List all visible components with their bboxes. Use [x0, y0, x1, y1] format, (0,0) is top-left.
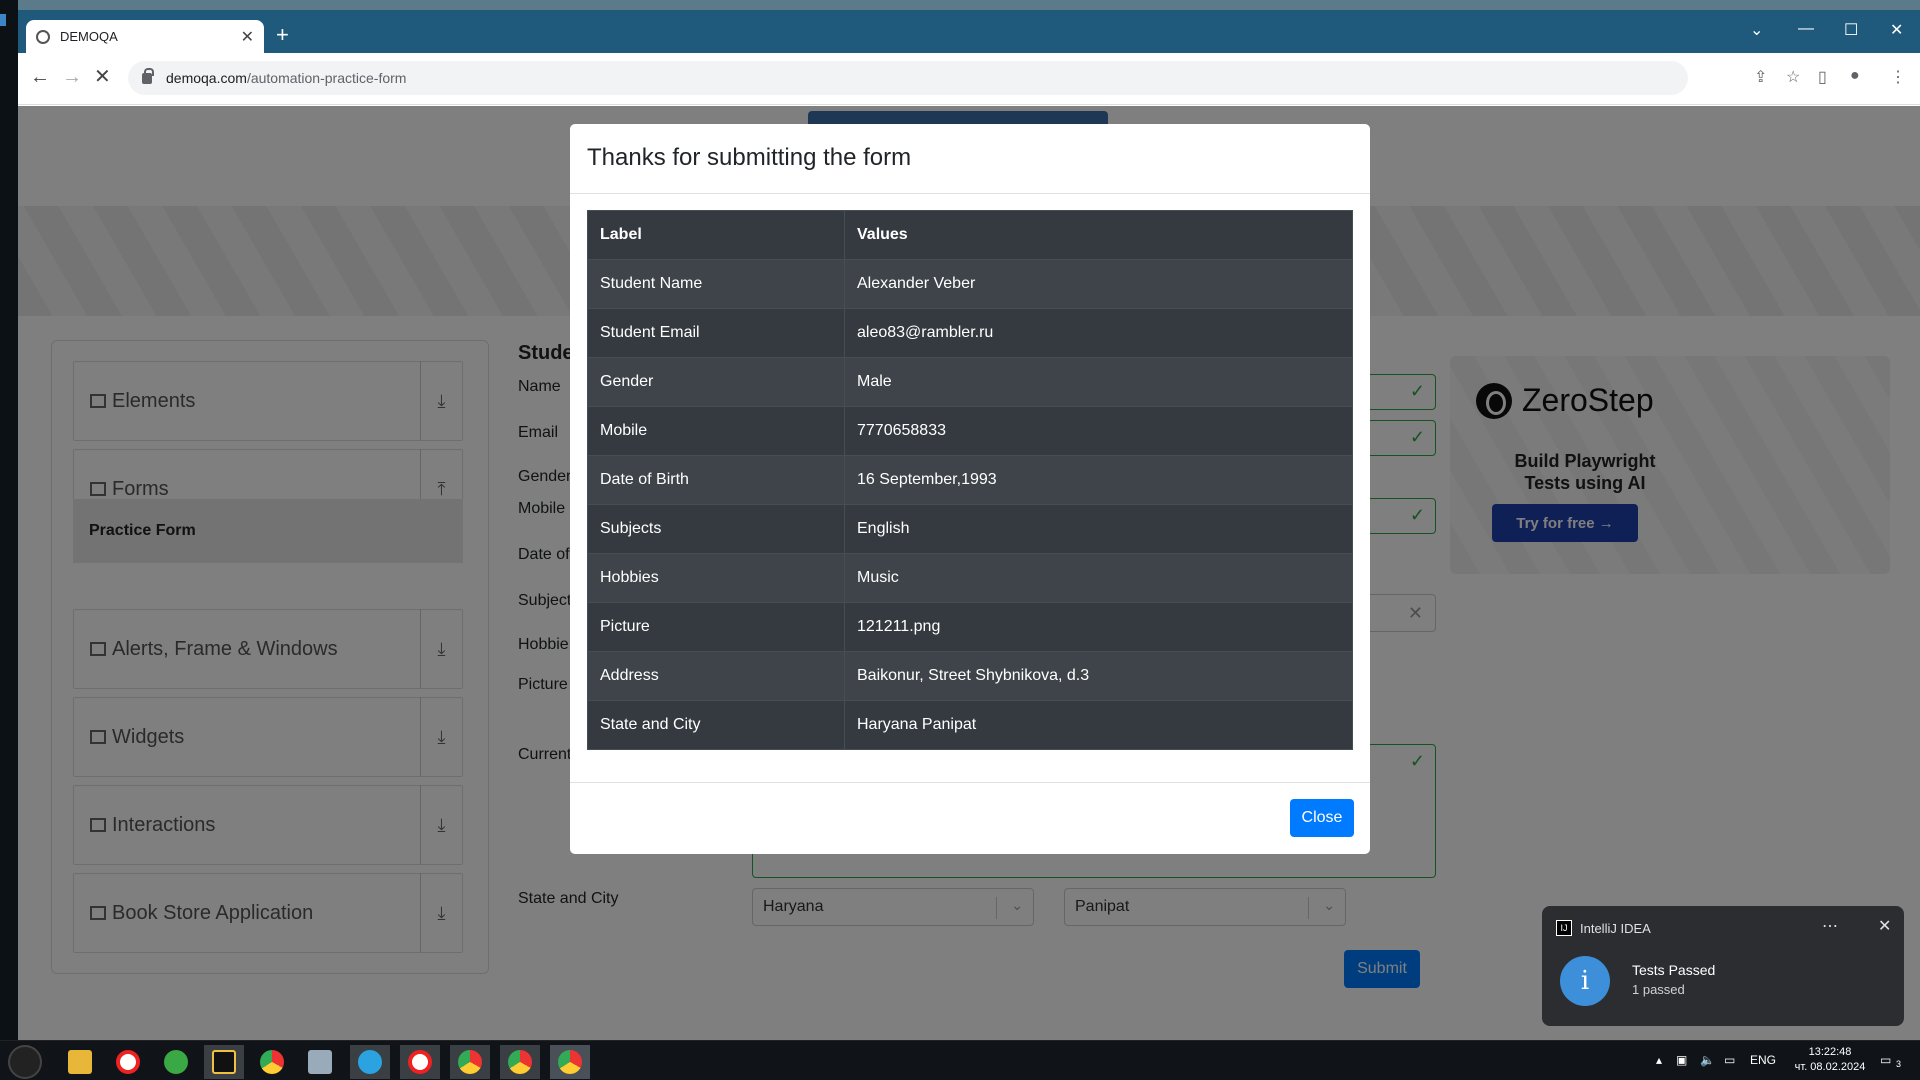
row-label: Picture	[587, 602, 845, 652]
stop-icon[interactable]: ✕	[94, 67, 111, 87]
clock-date: чт. 08.02.2024	[1794, 1061, 1866, 1073]
row-label: State and City	[587, 700, 845, 750]
notification-title: Tests Passed	[1632, 962, 1716, 978]
tray-expand-icon[interactable]: ▴	[1656, 1053, 1662, 1067]
table-row: Picture 121211.png	[587, 602, 1353, 652]
row-label: Student Name	[587, 259, 845, 309]
maximize-icon[interactable]: ☐	[1844, 20, 1858, 40]
table-row: Gender Male	[587, 357, 1353, 407]
new-tab-button[interactable]: +	[276, 24, 289, 46]
back-icon[interactable]: ←	[30, 67, 50, 87]
notification-detail: 1 passed	[1632, 982, 1685, 997]
url-path: /automation-practice-form	[246, 70, 407, 86]
volume-icon[interactable]: 🔈	[1700, 1053, 1715, 1067]
row-value: Alexander Veber	[844, 259, 1353, 309]
intellij-icon: IJ	[1556, 920, 1572, 936]
forward-icon[interactable]: →	[62, 67, 82, 87]
start-icon[interactable]	[8, 1045, 42, 1079]
table-row: Date of Birth 16 September,1993	[587, 455, 1353, 505]
desktop-edge	[0, 0, 18, 1040]
intellij-taskbar-icon[interactable]	[204, 1045, 244, 1079]
browser-window: DEMOQA ✕ + ⌄ — ☐ ✕ ← → ✕ demoqa.com/auto…	[18, 10, 1920, 1040]
chrome-icon[interactable]	[550, 1045, 590, 1079]
chrome-icon[interactable]	[252, 1045, 292, 1079]
row-value: Music	[844, 553, 1353, 603]
row-label: Subjects	[587, 504, 845, 554]
screen: DEMOQA ✕ + ⌄ — ☐ ✕ ← → ✕ demoqa.com/auto…	[0, 0, 1920, 1080]
row-value: Male	[844, 357, 1353, 407]
table-header: Values	[844, 210, 1353, 260]
close-button[interactable]: Close	[1290, 799, 1354, 837]
url-bar[interactable]: demoqa.com/automation-practice-form	[128, 61, 1688, 95]
browser-tab[interactable]: DEMOQA ✕	[26, 20, 264, 53]
lock-icon[interactable]	[142, 67, 154, 84]
table-row: Student Email aleo83@rambler.ru	[587, 308, 1353, 358]
tab-bar: DEMOQA ✕ + ⌄ — ☐ ✕	[18, 10, 1920, 53]
table-row: State and City Haryana Panipat	[587, 700, 1353, 750]
tab-search-icon[interactable]: ⌄	[1750, 20, 1763, 40]
tab-title: DEMOQA	[60, 29, 118, 44]
taskbar: ▴ ▣ 🔈 ▭ ENG 13:22:48 чт. 08.02.2024 ▭ 3	[0, 1040, 1920, 1080]
url-domain: demoqa.com	[166, 70, 247, 86]
table-row: Subjects English	[587, 504, 1353, 554]
notification-header: IJ IntelliJ IDEA	[1556, 920, 1651, 936]
vpn-icon[interactable]	[156, 1045, 196, 1079]
desktop-strip	[0, 0, 1920, 10]
table-row: Mobile 7770658833	[587, 406, 1353, 456]
table-row: Student Name Alexander Veber	[587, 259, 1353, 309]
file-explorer-icon[interactable]	[60, 1045, 100, 1079]
modal-title: Thanks for submitting the form	[570, 124, 1370, 194]
row-label: Mobile	[587, 406, 845, 456]
share-icon[interactable]: ⇪	[1754, 67, 1767, 87]
table-row: Hobbies Music	[587, 553, 1353, 603]
menu-icon[interactable]: ⋮	[1890, 67, 1906, 87]
bookmark-star-icon[interactable]: ☆	[1786, 67, 1800, 87]
notification-count: 3	[1896, 1059, 1902, 1069]
row-value: Baikonur, Street Shybnikova, d.3	[844, 651, 1353, 701]
modal-footer: Close	[570, 782, 1370, 854]
table-row: Address Baikonur, Street Shybnikova, d.3	[587, 651, 1353, 701]
dismiss-icon[interactable]: ✕	[1878, 916, 1891, 936]
row-value: 121211.png	[844, 602, 1353, 652]
row-value: aleo83@rambler.ru	[844, 308, 1353, 358]
row-label: Gender	[587, 357, 845, 407]
language-indicator[interactable]: ENG	[1750, 1053, 1776, 1067]
row-label: Hobbies	[587, 553, 845, 603]
row-value: Haryana Panipat	[844, 700, 1353, 750]
yandex-browser-icon[interactable]	[108, 1045, 148, 1079]
tray-app-icon[interactable]: ▣	[1676, 1053, 1687, 1067]
notification-app: IntelliJ IDEA	[1580, 920, 1651, 936]
notifications-icon[interactable]: ▭	[1880, 1053, 1891, 1067]
telegram-icon[interactable]	[350, 1045, 390, 1079]
row-label: Student Email	[587, 308, 845, 358]
profile-icon[interactable]: ●	[1850, 67, 1860, 85]
minimize-icon[interactable]: —	[1798, 20, 1814, 38]
more-options-icon[interactable]: ⋯	[1822, 916, 1838, 936]
row-value: 16 September,1993	[844, 455, 1353, 505]
row-value: English	[844, 504, 1353, 554]
notepad-icon[interactable]	[300, 1045, 340, 1079]
tab-close-icon[interactable]: ✕	[241, 27, 254, 47]
window-close-icon[interactable]: ✕	[1890, 20, 1903, 40]
chrome-icon[interactable]	[500, 1045, 540, 1079]
yandex-browser-icon[interactable]	[400, 1045, 440, 1079]
ide-notification[interactable]: IJ IntelliJ IDEA ⋯ ✕ i Tests Passed 1 pas…	[1542, 906, 1904, 1026]
favicon-icon	[36, 29, 50, 44]
row-label: Date of Birth	[587, 455, 845, 505]
chrome-icon[interactable]	[450, 1045, 490, 1079]
results-table: Label Values Student Name Alexander Veber …	[587, 210, 1353, 750]
desktop-icon[interactable]	[0, 14, 6, 26]
table-header: Label	[587, 210, 845, 260]
side-panel-icon[interactable]: ▯	[1818, 67, 1827, 87]
address-bar-row: ← → ✕ demoqa.com/automation-practice-for…	[18, 53, 1920, 105]
clock-time: 13:22:48	[1808, 1046, 1852, 1058]
table-header-row: Label Values	[587, 210, 1353, 260]
row-label: Address	[587, 651, 845, 701]
network-icon[interactable]: ▭	[1724, 1053, 1735, 1067]
info-icon: i	[1560, 956, 1610, 1006]
submission-modal: Thanks for submitting the form Label Valu…	[570, 124, 1370, 854]
row-value: 7770658833	[844, 406, 1353, 456]
clock[interactable]: 13:22:48 чт. 08.02.2024	[1790, 1045, 1870, 1075]
